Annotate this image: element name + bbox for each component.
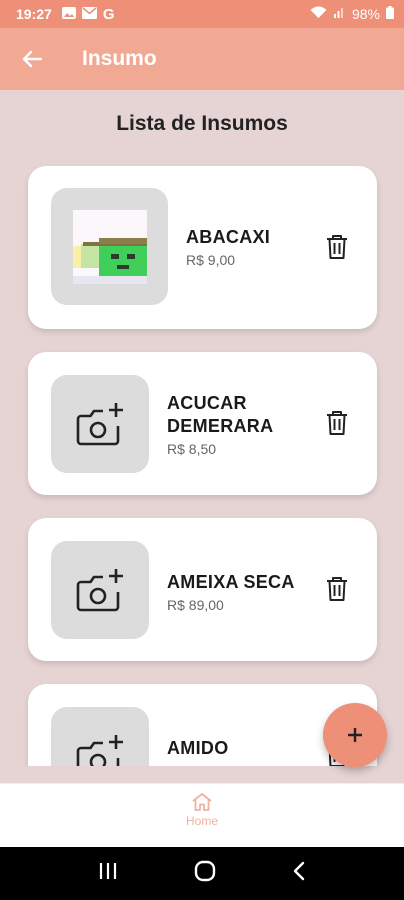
signal-icon (333, 6, 346, 22)
status-bar: 19:27 G 98% (0, 0, 404, 28)
page-title: Lista de Insumos (116, 112, 288, 135)
gallery-icon (61, 6, 76, 22)
item-price: R$ 8,50 (167, 441, 217, 457)
item-price: R$ 89,00 (167, 597, 224, 613)
bottom-nav: Home (0, 783, 404, 847)
add-photo-button[interactable] (51, 707, 149, 766)
add-item-button[interactable] (323, 703, 387, 767)
wifi-icon (310, 6, 327, 22)
list-item[interactable]: ABACAXI R$ 9,00 (28, 166, 377, 329)
item-photo[interactable] (51, 188, 168, 305)
app-bar: Insumo (0, 28, 404, 90)
chevron-left-icon (293, 861, 305, 881)
trash-icon (327, 235, 347, 259)
nav-home[interactable]: Home (172, 792, 232, 828)
plus-icon (348, 728, 362, 742)
battery-level: 98% (351, 6, 380, 22)
nav-home-label: Home (185, 814, 218, 828)
add-photo-icon (76, 569, 123, 612)
item-price: R$ 9,00 (186, 252, 236, 268)
add-photo-button[interactable] (51, 541, 149, 639)
item-name: ABACAXI (186, 227, 271, 247)
status-time: 19:27 (16, 6, 52, 22)
insumo-list[interactable]: Lista de Insumos ABACAXI R$ 9,00 ACUCAR … (0, 90, 404, 766)
home-button[interactable] (194, 860, 216, 887)
home-icon (192, 793, 212, 811)
add-photo-button[interactable] (51, 375, 149, 473)
battery-icon (386, 6, 394, 22)
trash-icon (327, 411, 347, 435)
system-nav-bar (0, 847, 404, 900)
arrow-back-icon (22, 50, 42, 68)
item-name: AMEIXA SECA (167, 572, 295, 592)
add-photo-icon (76, 735, 123, 766)
trash-icon (327, 577, 347, 601)
recents-button[interactable] (98, 862, 118, 885)
delete-button[interactable] (323, 408, 351, 438)
recents-icon (99, 863, 117, 879)
add-photo-icon (76, 403, 123, 446)
app-title: Insumo (82, 47, 157, 70)
item-name: ACUCAR DEMERARA (167, 393, 274, 436)
delete-button[interactable] (323, 232, 351, 262)
item-name: AMIDO (167, 738, 229, 758)
pixel-image (72, 209, 147, 284)
gmail-icon (81, 6, 97, 22)
list-item[interactable]: ACUCAR DEMERARA R$ 8,50 (28, 352, 377, 495)
back-nav-button[interactable] (292, 861, 306, 886)
google-icon: G (102, 5, 115, 23)
home-circle-icon (194, 860, 216, 882)
delete-button[interactable] (323, 574, 351, 604)
back-button[interactable] (0, 28, 64, 90)
list-item[interactable]: AMEIXA SECA R$ 89,00 (28, 518, 377, 661)
